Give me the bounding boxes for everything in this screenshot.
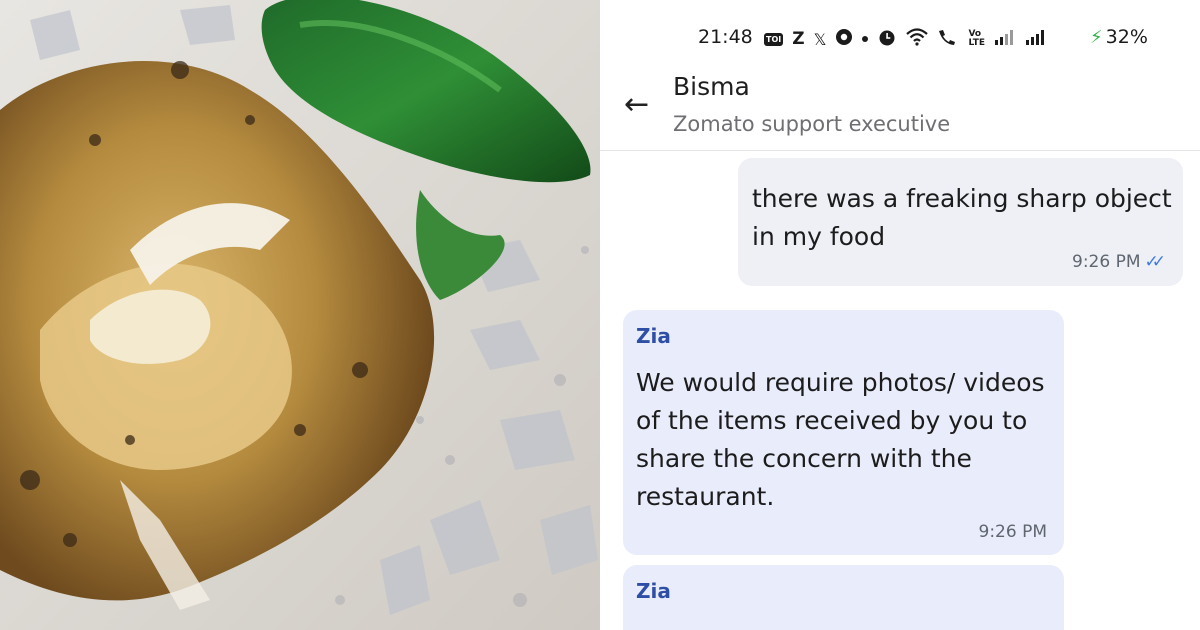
signal-icon [1025,29,1047,49]
chat-header: ← Bisma Zomato support executive [600,62,1200,151]
x-icon: 𝕏 [813,29,827,49]
message-list: there was a freaking sharp object in my … [600,151,1200,630]
read-ticks-icon: ✓✓ [1144,252,1166,272]
alarm-icon [877,27,897,51]
message-time: 9:26 PM [978,522,1048,542]
contact-subtitle: Zomato support executive [673,112,951,136]
message-text: We would require photos/ videos of the i… [636,368,1045,511]
outgoing-message[interactable]: there was a freaking sharp object in my … [738,158,1183,286]
food-photo [0,0,600,630]
volte-icon: Vo LTE [968,29,985,48]
sender-name: Zia [636,324,671,348]
chrome-icon [835,28,853,50]
wifi-icon [906,28,929,50]
message-text: there was a freaking sharp object in my … [752,184,1172,251]
signal-icon [994,29,1016,49]
message-time: 9:26 PM [1072,252,1141,272]
chat-screen: 21:48 TOI Z 𝕏 Vo LTE ⚡ 32% ← Bisma Zomat… [600,0,1200,630]
contact-name[interactable]: Bisma [673,72,750,101]
back-arrow-icon[interactable]: ← [624,90,649,120]
toi-icon: TOI [764,32,784,46]
wifi-call-icon [937,28,959,50]
incoming-message[interactable]: Zia [623,565,1064,630]
battery-indicator: ⚡ 32% [1090,26,1148,48]
message-meta: 9:26 PM ✓✓ [1072,252,1166,272]
food-photo-illustration [0,0,600,630]
status-icons: TOI Z 𝕏 Vo LTE [764,27,1047,51]
sender-name: Zia [636,579,671,603]
incoming-message[interactable]: Zia We would require photos/ videos of t… [623,310,1064,555]
charging-icon: ⚡ [1090,26,1103,48]
z-icon: Z [792,29,805,49]
dot-icon [862,36,869,42]
status-time: 21:48 [698,26,753,48]
battery-percent: 32% [1105,26,1148,48]
